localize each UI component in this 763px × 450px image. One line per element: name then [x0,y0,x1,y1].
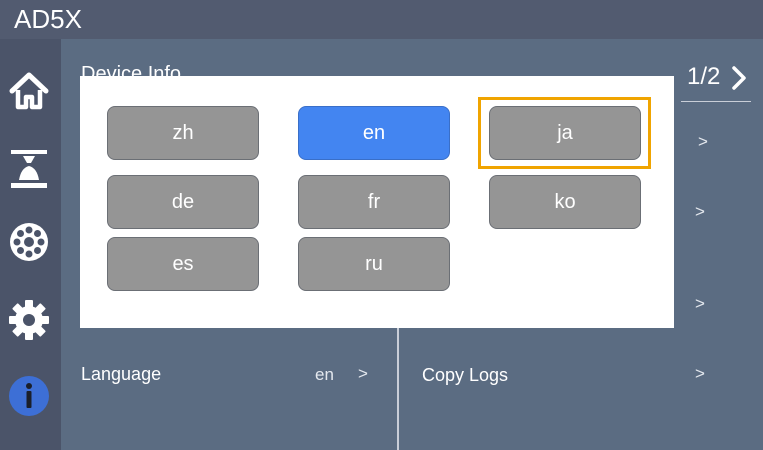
chevron-right-icon: > [358,364,368,383]
lang-option-fr[interactable]: fr [298,175,450,229]
lang-option-ko[interactable]: ko [489,175,641,229]
chevron-right-icon[interactable]: > [698,132,708,152]
app-title: AD5X [14,4,82,34]
lang-option-de[interactable]: de [107,175,259,229]
home-icon [9,72,49,110]
filament-spool-icon [10,223,48,261]
lang-option-ru[interactable]: ru [298,237,450,291]
lang-option-ja[interactable]: ja [489,106,641,160]
chevron-right-icon[interactable]: > [695,202,705,222]
print-bed-icon [11,150,47,188]
language-label: Language [81,364,162,384]
lang-option-es[interactable]: es [107,237,259,291]
chevron-right-icon: > [695,364,705,383]
home-button[interactable] [6,68,52,114]
info-icon [9,376,49,416]
lang-option-zh[interactable]: zh [107,106,259,160]
sidebar [0,39,61,450]
gear-icon [9,300,49,340]
next-page-button[interactable] [731,65,747,96]
copy-logs-label: Copy Logs [422,365,509,385]
lang-option-en[interactable]: en [298,106,450,160]
language-dialog: zh en ja de fr ko es ru [80,76,674,328]
chevron-right-icon [732,66,746,90]
chevron-right-icon[interactable]: > [695,294,705,314]
print-button[interactable] [6,147,52,193]
page-indicator: 1/2 [687,63,721,90]
info-button[interactable] [6,373,52,419]
title-bar: AD5X [0,0,763,39]
settings-button[interactable] [6,297,52,343]
pager-underline [681,101,751,102]
filament-button[interactable] [6,219,52,265]
language-value: en [315,365,334,384]
